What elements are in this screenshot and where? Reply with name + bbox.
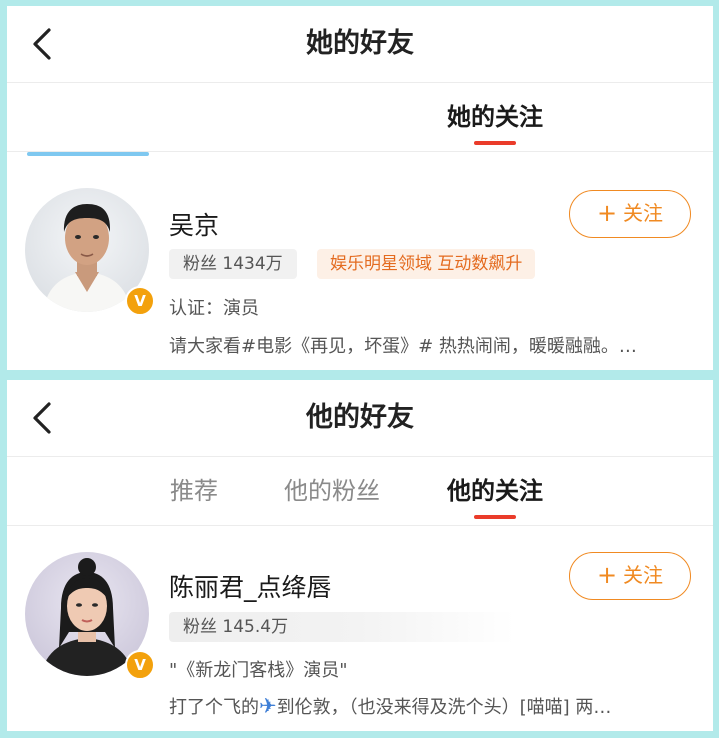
verified-badge-icon: V	[125, 286, 155, 316]
user-name[interactable]: 陈丽君_点绛唇	[169, 568, 332, 604]
tab-active-indicator	[474, 515, 516, 519]
verified-badge-icon: V	[125, 650, 155, 680]
plus-icon: +	[596, 199, 618, 227]
follow-label: 关注	[623, 563, 664, 587]
certification-text: "《新龙门客栈》演员"	[169, 660, 348, 681]
desc-text-end: 到伦敦，（也没来得及洗个头）[喵喵] 两…	[276, 697, 612, 718]
nav-header: 她的好友	[7, 6, 713, 83]
user-description: 请大家看#电影《再见，坏蛋》# 热热闹闹，暖暖融融。…	[169, 336, 637, 357]
follow-label: 关注	[623, 201, 664, 225]
tab-bar: 推荐 他的粉丝 他的关注	[7, 457, 713, 526]
tab-his-following[interactable]: 他的关注	[447, 457, 543, 525]
tab-label: 她的关注	[447, 103, 543, 131]
hot-tag-badge: 娱乐明星领域 互动数飙升	[317, 249, 536, 279]
user-description: 打了个飞的✈到伦敦，（也没来得及洗个头）[喵喵] 两…	[169, 693, 611, 719]
plus-icon: +	[596, 561, 618, 589]
tab-bar: 她的关注	[7, 83, 713, 152]
page-title: 她的好友	[306, 28, 414, 59]
certification-text: 认证：演员	[169, 298, 259, 319]
tab-active-indicator	[474, 141, 516, 145]
tab-label: 他的粉丝	[284, 477, 380, 505]
follow-button[interactable]: + 关注	[569, 190, 691, 238]
tab-his-fans[interactable]: 他的粉丝	[284, 457, 380, 525]
scroll-indicator-strip	[27, 152, 149, 156]
fans-count: 粉丝 145.4万	[169, 612, 515, 642]
page-title: 他的好友	[306, 402, 414, 433]
user-list-item[interactable]: V 陈丽君_点绛唇 粉丝 145.4万 "《新龙门客栈》演员" 打了个飞的✈到伦…	[7, 550, 713, 731]
nav-header: 他的好友	[7, 380, 713, 457]
fans-count: 粉丝 1434万	[169, 249, 297, 279]
airplane-emoji-icon: ✈	[259, 694, 277, 718]
tab-her-following[interactable]: 她的关注	[447, 83, 543, 151]
user-list-item[interactable]: V 吴京 粉丝 1434万 娱乐明星领域 互动数飙升 认证：演员 请大家看#电影…	[7, 186, 713, 370]
tab-recommended[interactable]: 推荐	[170, 457, 218, 525]
friends-panel-her: 她的好友 她的关注 V 吴京 粉丝 1434万 娱乐明星领域 互动数飙升 认证：…	[7, 6, 713, 370]
friends-panel-his: 他的好友 推荐 他的粉丝 他的关注 V 陈丽君_点绛唇 粉丝 145.4万 "《…	[7, 380, 713, 731]
tab-label: 他的关注	[447, 477, 543, 505]
user-name[interactable]: 吴京	[169, 206, 219, 242]
follow-button[interactable]: + 关注	[569, 552, 691, 600]
desc-text-start: 打了个飞的	[169, 697, 259, 718]
tab-label: 推荐	[170, 477, 218, 505]
